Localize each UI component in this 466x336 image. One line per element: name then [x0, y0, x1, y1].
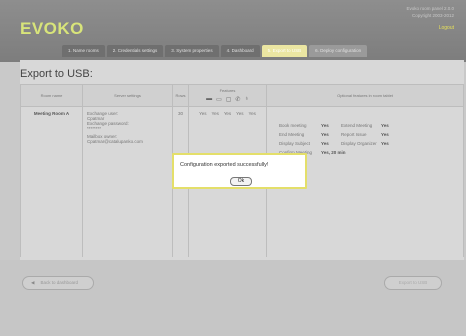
tab-export-usb[interactable]: 5. Export to USB — [261, 45, 308, 57]
table-header-row: Room name Server settings Rows Features … — [20, 84, 464, 107]
opt-label: Report Issue — [341, 132, 367, 137]
opt-label: Book meeting — [279, 123, 307, 128]
opt-label: Display Subject — [279, 141, 311, 146]
opt-label: Display Organizer — [341, 141, 377, 146]
tab-deploy[interactable]: 6. Deploy configuration — [309, 45, 368, 57]
wizard-tabs: 1. Name rooms 2. Credentials settings 3.… — [62, 45, 368, 57]
ok-button[interactable]: Ok — [230, 177, 252, 186]
lock-icon: ♁ — [244, 96, 249, 102]
exchange-password-value: ******** — [87, 126, 102, 131]
col-room-name: Room name — [20, 84, 83, 107]
export-to-usb-button[interactable]: Export to USB — [384, 276, 442, 290]
opt-value: Yes — [381, 123, 389, 128]
opt-value: Yes — [321, 141, 329, 146]
feature-icons: ▬ ▭ ▢ ✆ ♁ — [190, 96, 265, 103]
display-icon: ▢ — [225, 97, 232, 103]
col-server-settings: Server settings — [82, 84, 173, 107]
room-name-cell: Meeting Room A — [20, 106, 83, 257]
mailbox-owner-value: Cpatmar@catalupanko.com — [87, 139, 143, 144]
tab-credentials[interactable]: 2. Credentials settings — [106, 45, 164, 57]
version-text: Evoko room panel 2.0.0 — [406, 6, 454, 11]
opt-label: End Meeting — [279, 132, 305, 137]
projector-icon: ▬ — [206, 96, 213, 102]
copyright-text: Copyright 2003-2012 — [411, 13, 454, 18]
feature-value: Yes — [211, 111, 219, 116]
tab-dashboard[interactable]: 4. Dashboard — [220, 45, 260, 57]
header-info: Evoko room panel 2.0.0 Copyright 2003-20… — [406, 5, 454, 32]
screen-icon: ▭ — [216, 97, 222, 103]
footer-bar: ◀ Back to dashboard Export to USB — [0, 260, 466, 336]
opt-value: Yes, 20 min — [321, 150, 346, 155]
optional-features-list: Book meeting Yes Extend Meeting Yes End … — [279, 123, 459, 155]
server-settings-cell: Exchange user: Cpatmar Exchange password… — [82, 106, 173, 257]
opt-value: Yes — [321, 132, 329, 137]
export-success-dialog: Configuration exported successfully! Ok — [172, 153, 307, 189]
page-title: Export to USB: — [20, 68, 93, 80]
feature-values: Yes Yes Yes Yes Yes — [193, 111, 262, 116]
opt-value: Yes — [381, 132, 389, 137]
opt-value: Yes — [381, 141, 389, 146]
arrow-left-icon: ◀ — [31, 280, 35, 285]
phone-icon: ✆ — [235, 97, 241, 103]
logout-link[interactable]: Logout — [406, 25, 454, 32]
tab-system-properties[interactable]: 3. System properties — [165, 45, 219, 57]
feature-value: Yes — [223, 111, 232, 116]
col-features: Features ▬ ▭ ▢ ✆ ♁ — [188, 84, 267, 107]
feature-value: Yes — [248, 111, 256, 116]
dialog-message: Configuration exported successfully! — [180, 162, 269, 168]
feature-value: Yes — [236, 111, 244, 116]
tab-name-rooms[interactable]: 1. Name rooms — [62, 45, 105, 57]
brand-logo: EVOKO — [20, 19, 84, 38]
feature-value: Yes — [199, 111, 207, 116]
col-optional: Optional features in room tablet — [266, 84, 464, 107]
back-to-dashboard-button[interactable]: ◀ Back to dashboard — [22, 276, 94, 290]
app-header: EVOKO Evoko room panel 2.0.0 Copyright 2… — [0, 0, 466, 62]
opt-value: Yes — [321, 123, 329, 128]
back-button-label: Back to dashboard — [40, 280, 78, 285]
col-rows: Rows — [172, 84, 189, 107]
opt-label: Extend Meeting — [341, 123, 373, 128]
features-label: Features — [219, 88, 236, 93]
